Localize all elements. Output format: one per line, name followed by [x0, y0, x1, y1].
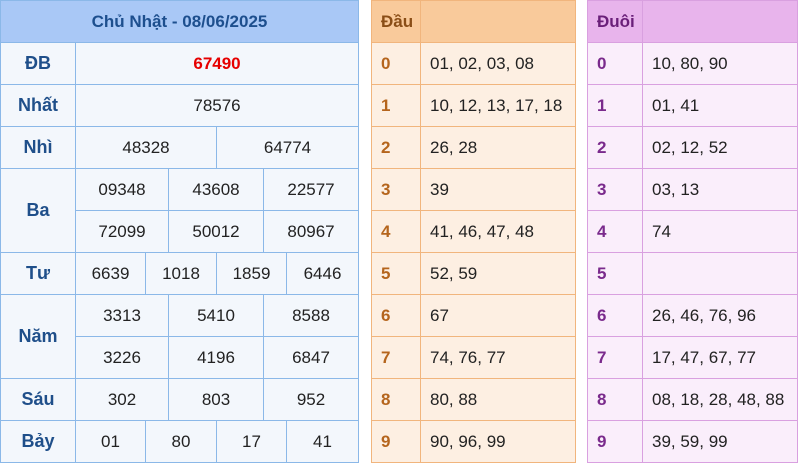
head-digit: 9 [371, 420, 421, 463]
prize-label-sixth: Sáu [0, 378, 76, 421]
tail-values [642, 252, 798, 295]
tail-digit: 9 [587, 420, 643, 463]
tail-values: 08, 18, 28, 48, 88 [642, 378, 798, 421]
tail-digit: 1 [587, 84, 643, 127]
prize-label-fourth: Tư [0, 252, 76, 295]
prize-sixth-value: 952 [263, 378, 359, 421]
head-values: 74, 76, 77 [420, 336, 576, 379]
prize-fourth-value: 6639 [75, 252, 146, 295]
prize-first-value: 78576 [75, 84, 359, 127]
prize-second-value: 64774 [216, 126, 359, 169]
head-digit: 0 [371, 42, 421, 85]
tail-values: 26, 46, 76, 96 [642, 294, 798, 337]
head-values: 39 [420, 168, 576, 211]
prize-label-second: Nhì [0, 126, 76, 169]
tails-table: Đuôi 0 10, 80, 90 1 01, 41 2 02, 12, 52 3 03… [587, 0, 798, 463]
tail-values: 01, 41 [642, 84, 798, 127]
head-values: 01, 02, 03, 08 [420, 42, 576, 85]
tails-header-blank [642, 0, 798, 43]
prize-seventh-value: 17 [216, 420, 287, 463]
results-table: Chủ Nhật - 08/06/2025 ĐB 67490 Nhất 7857… [0, 0, 359, 463]
results-date-title: Chủ Nhật - 08/06/2025 [0, 0, 359, 43]
tail-digit: 7 [587, 336, 643, 379]
prize-third-value: 43608 [168, 168, 264, 211]
prize-fifth-value: 5410 [168, 294, 264, 337]
prize-fourth-value: 6446 [286, 252, 359, 295]
tail-values: 74 [642, 210, 798, 253]
prize-fifth-value: 3226 [75, 336, 169, 379]
head-digit: 8 [371, 378, 421, 421]
head-digit: 3 [371, 168, 421, 211]
head-values: 52, 59 [420, 252, 576, 295]
head-values: 10, 12, 13, 17, 18 [420, 84, 576, 127]
head-values: 67 [420, 294, 576, 337]
prize-third-value: 80967 [263, 210, 359, 253]
tail-values: 17, 47, 67, 77 [642, 336, 798, 379]
tails-title: Đuôi [587, 0, 643, 43]
head-digit: 6 [371, 294, 421, 337]
head-values: 26, 28 [420, 126, 576, 169]
prize-label-special: ĐB [0, 42, 76, 85]
prize-fifth-value: 4196 [168, 336, 264, 379]
prize-label-fifth: Năm [0, 294, 76, 379]
prize-fifth-value: 8588 [263, 294, 359, 337]
heads-table: Đầu 0 01, 02, 03, 08 1 10, 12, 13, 17, 18 … [371, 0, 576, 463]
tail-digit: 6 [587, 294, 643, 337]
prize-seventh-value: 01 [75, 420, 146, 463]
prize-sixth-value: 302 [75, 378, 169, 421]
prize-seventh-value: 80 [145, 420, 217, 463]
tail-values: 10, 80, 90 [642, 42, 798, 85]
prize-third-value: 22577 [263, 168, 359, 211]
tail-digit: 8 [587, 378, 643, 421]
head-digit: 7 [371, 336, 421, 379]
head-digit: 5 [371, 252, 421, 295]
prize-second-value: 48328 [75, 126, 217, 169]
tail-values: 02, 12, 52 [642, 126, 798, 169]
head-digit: 4 [371, 210, 421, 253]
tail-values: 03, 13 [642, 168, 798, 211]
head-digit: 1 [371, 84, 421, 127]
prize-fifth-value: 6847 [263, 336, 359, 379]
heads-header-blank [420, 0, 576, 43]
prize-seventh-value: 41 [286, 420, 359, 463]
tail-digit: 3 [587, 168, 643, 211]
prize-label-first: Nhất [0, 84, 76, 127]
prize-fourth-value: 1859 [216, 252, 287, 295]
prize-third-value: 72099 [75, 210, 169, 253]
prize-third-value: 09348 [75, 168, 169, 211]
prize-sixth-value: 803 [168, 378, 264, 421]
tail-digit: 5 [587, 252, 643, 295]
prize-label-third: Ba [0, 168, 76, 253]
tail-digit: 0 [587, 42, 643, 85]
heads-title: Đầu [371, 0, 421, 43]
tail-digit: 4 [587, 210, 643, 253]
prize-fourth-value: 1018 [145, 252, 217, 295]
prize-fifth-value: 3313 [75, 294, 169, 337]
prize-label-seventh: Bảy [0, 420, 76, 463]
head-values: 41, 46, 47, 48 [420, 210, 576, 253]
tail-digit: 2 [587, 126, 643, 169]
prize-special-value: 67490 [75, 42, 359, 85]
prize-third-value: 50012 [168, 210, 264, 253]
head-values: 90, 96, 99 [420, 420, 576, 463]
head-values: 80, 88 [420, 378, 576, 421]
head-digit: 2 [371, 126, 421, 169]
tail-values: 39, 59, 99 [642, 420, 798, 463]
